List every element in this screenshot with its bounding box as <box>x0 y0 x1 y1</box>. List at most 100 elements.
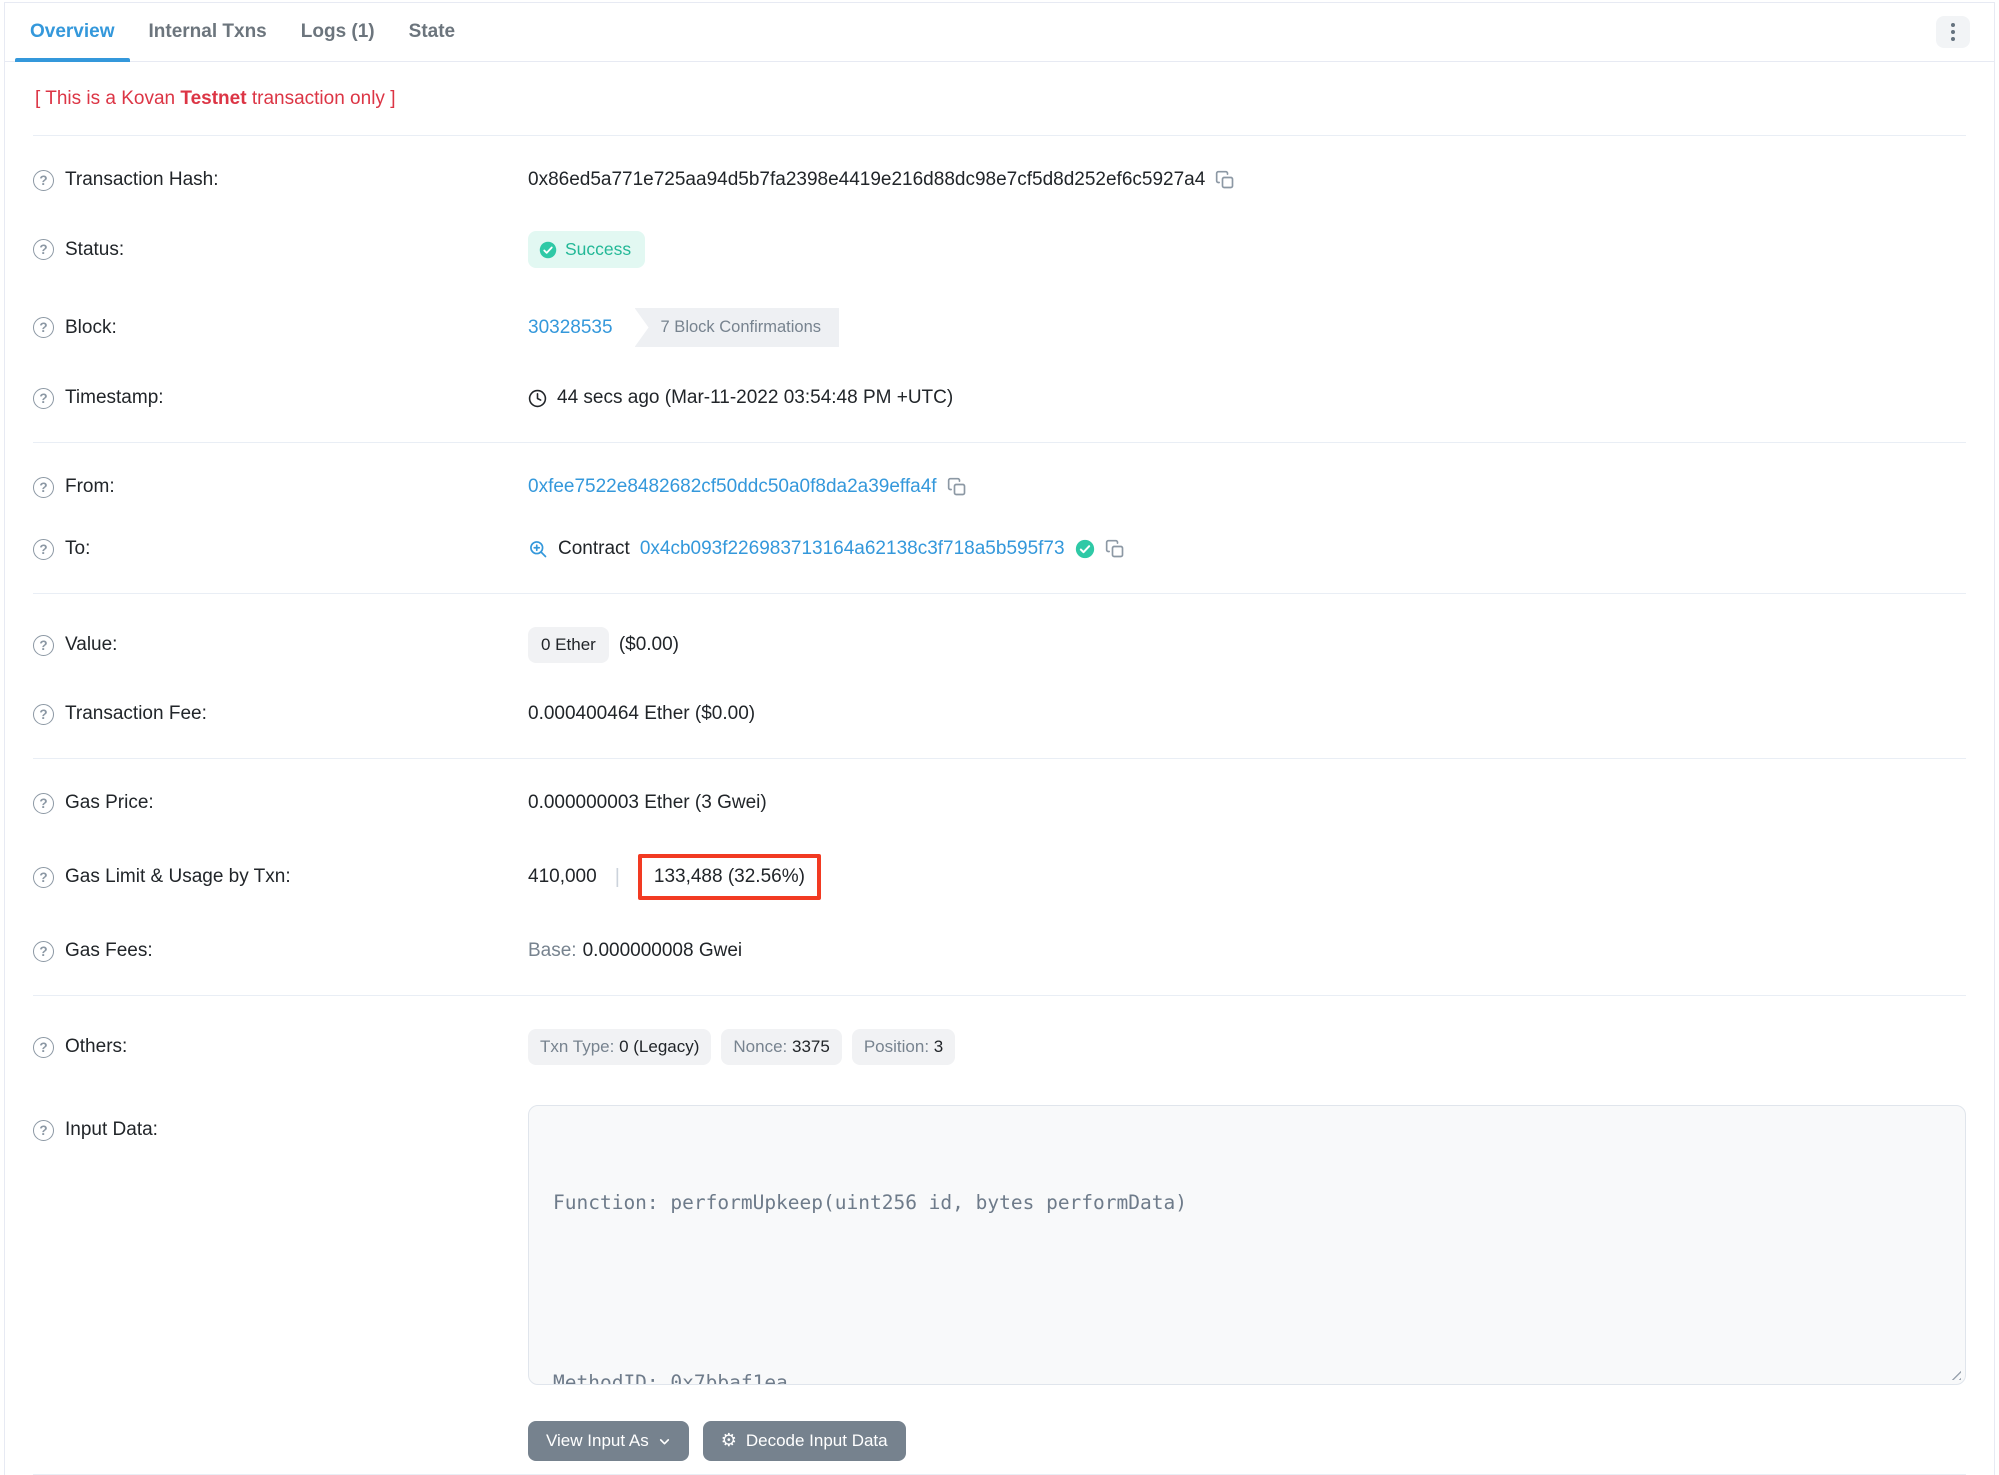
help-icon[interactable]: ? <box>33 476 54 498</box>
row-transaction-hash: ? Transaction Hash: 0x86ed5a771e725aa94d… <box>33 149 1966 211</box>
block-number-link[interactable]: 30328535 <box>528 317 613 339</box>
magnifier-plus-icon[interactable] <box>528 539 548 559</box>
divider <box>33 442 1966 443</box>
check-circle-icon <box>539 241 557 258</box>
input-data-methodid-line: MethodID: 0x7bbaf1ea <box>553 1371 788 1385</box>
txn-type-badge: Txn Type: 0 (Legacy) <box>528 1029 712 1065</box>
chevron-down-icon <box>659 1438 669 1444</box>
transaction-hash-value: 0x86ed5a771e725aa94d5b7fa2398e4419e216d8… <box>528 169 1206 190</box>
row-input-data: ? Input Data: Function: performUpkeep(ui… <box>33 1085 1966 1405</box>
status-badge-label: Success <box>565 239 632 259</box>
transaction-fee-value: 0.000400464 Ether ($0.00) <box>528 703 756 724</box>
row-timestamp: ? Timestamp: 44 secs ago (Mar-11-2022 03… <box>33 367 1966 429</box>
to-address-link[interactable]: 0x4cb093f226983713164a62138c3f718a5b595f… <box>640 538 1065 560</box>
tab-state[interactable]: State <box>392 3 472 61</box>
help-icon[interactable]: ? <box>33 387 54 409</box>
row-others: ? Others: Txn Type: 0 (Legacy) Nonce: 33… <box>33 1009 1966 1085</box>
divider <box>33 995 1966 996</box>
divider <box>33 135 1966 136</box>
gas-usage-value: 133,488 (32.56%) <box>653 866 805 887</box>
input-data-textarea[interactable]: Function: performUpkeep(uint256 id, byte… <box>528 1105 1966 1385</box>
view-input-as-label: View Input As <box>546 1431 649 1450</box>
gas-fees-label: Gas Fees: <box>65 940 153 961</box>
help-icon[interactable]: ? <box>33 169 54 191</box>
to-contract-prefix: Contract <box>558 538 630 559</box>
copy-icon[interactable] <box>1105 539 1125 559</box>
help-icon[interactable]: ? <box>33 239 54 260</box>
gas-limit-usage-label: Gas Limit & Usage by Txn: <box>65 866 291 887</box>
help-icon[interactable]: ? <box>33 703 54 725</box>
transaction-detail-card: Overview Internal Txns Logs (1) State [ … <box>4 2 1995 1475</box>
status-label: Status: <box>65 238 125 260</box>
transaction-fee-label: Transaction Fee: <box>65 703 207 724</box>
txn-type-key: Txn Type: <box>540 1037 615 1056</box>
verified-check-icon <box>1075 539 1094 559</box>
from-address-link[interactable]: 0xfee7522e8482682cf50ddc50a0f8da2a39effa… <box>528 476 937 498</box>
copy-icon[interactable] <box>1215 170 1235 190</box>
input-data-function-line: Function: performUpkeep(uint256 id, byte… <box>553 1191 1187 1214</box>
tab-logs-label: Logs (1) <box>300 21 375 42</box>
divider <box>33 593 1966 594</box>
help-icon[interactable]: ? <box>33 1036 54 1058</box>
help-icon[interactable]: ? <box>33 866 54 888</box>
gas-limit-value: 410,000 <box>528 866 597 887</box>
notice-suffix: transaction only ] <box>246 88 396 109</box>
others-label: Others: <box>65 1036 128 1057</box>
kebab-dot <box>1951 23 1955 27</box>
gas-price-value: 0.000000003 Ether (3 Gwei) <box>528 792 767 813</box>
to-label: To: <box>65 538 91 559</box>
decode-input-data-button[interactable]: ⚙ Decode Input Data <box>702 1421 906 1461</box>
transaction-hash-label: Transaction Hash: <box>65 169 219 190</box>
divider <box>33 758 1966 759</box>
row-from: ? From: 0xfee7522e8482682cf50ddc50a0f8da… <box>33 456 1966 518</box>
row-gas-price: ? Gas Price: 0.000000003 Ether (3 Gwei) <box>33 772 1966 834</box>
txn-type-value: 0 (Legacy) <box>619 1037 700 1056</box>
block-label: Block: <box>65 316 117 338</box>
timestamp-label: Timestamp: <box>65 387 164 408</box>
value-usd: ($0.00) <box>618 634 680 655</box>
gas-fees-base-value: 0.000000008 Gwei <box>582 940 743 961</box>
status-badge: Success <box>528 231 646 268</box>
tab-state-label: State <box>408 21 456 42</box>
help-icon[interactable]: ? <box>33 1119 54 1141</box>
help-icon[interactable]: ? <box>33 317 54 338</box>
notice-prefix: [ This is a Kovan <box>35 88 181 109</box>
position-value: 3 <box>933 1037 944 1056</box>
view-input-as-button[interactable]: View Input As <box>528 1421 689 1461</box>
nonce-value: 3375 <box>792 1037 830 1056</box>
notice-bold: Testnet <box>180 88 247 109</box>
help-icon[interactable]: ? <box>33 940 54 962</box>
row-transaction-fee: ? Transaction Fee: 0.000400464 Ether ($0… <box>33 683 1966 745</box>
gas-fees-base-label: Base: <box>528 940 577 961</box>
row-gas-fees: ? Gas Fees: Base: 0.000000008 Gwei <box>33 920 1966 982</box>
tab-bar: Overview Internal Txns Logs (1) State <box>5 3 1994 62</box>
position-key: Position: <box>863 1037 930 1056</box>
nonce-key: Nonce: <box>733 1037 788 1056</box>
more-options-button[interactable] <box>1936 16 1970 48</box>
nonce-badge: Nonce: 3375 <box>721 1029 842 1065</box>
tab-overview-label: Overview <box>30 21 115 42</box>
tab-overview[interactable]: Overview <box>13 3 132 62</box>
position-badge: Position: 3 <box>851 1029 956 1065</box>
copy-icon[interactable] <box>947 477 967 497</box>
help-icon[interactable]: ? <box>33 634 54 656</box>
timestamp-value: 44 secs ago (Mar-11-2022 03:54:48 PM +UT… <box>557 387 954 408</box>
help-icon[interactable]: ? <box>33 792 54 814</box>
row-gas-limit-usage: ? Gas Limit & Usage by Txn: 410,000 | 13… <box>33 834 1966 920</box>
from-label: From: <box>65 476 115 497</box>
block-confirmations-badge: 7 Block Confirmations <box>634 308 840 347</box>
input-data-actions: View Input As ⚙ Decode Input Data <box>528 1421 1966 1461</box>
tab-internal-txns[interactable]: Internal Txns <box>132 3 284 61</box>
row-value: ? Value: 0 Ether ($0.00) <box>33 607 1966 683</box>
input-data-blank-line <box>553 1278 1941 1308</box>
gas-separator: | <box>614 865 620 888</box>
gas-usage-annotation-box: 133,488 (32.56%) <box>637 854 821 900</box>
help-icon[interactable]: ? <box>33 538 54 560</box>
row-status: ? Status: Success <box>33 211 1966 288</box>
kebab-dot <box>1951 37 1955 41</box>
resize-handle[interactable] <box>1948 1367 1961 1380</box>
row-block: ? Block: 30328535 7 Block Confirmations <box>33 288 1966 367</box>
value-label: Value: <box>65 634 118 655</box>
tab-logs[interactable]: Logs (1) <box>284 3 392 61</box>
tab-internal-txns-label: Internal Txns <box>148 21 267 42</box>
